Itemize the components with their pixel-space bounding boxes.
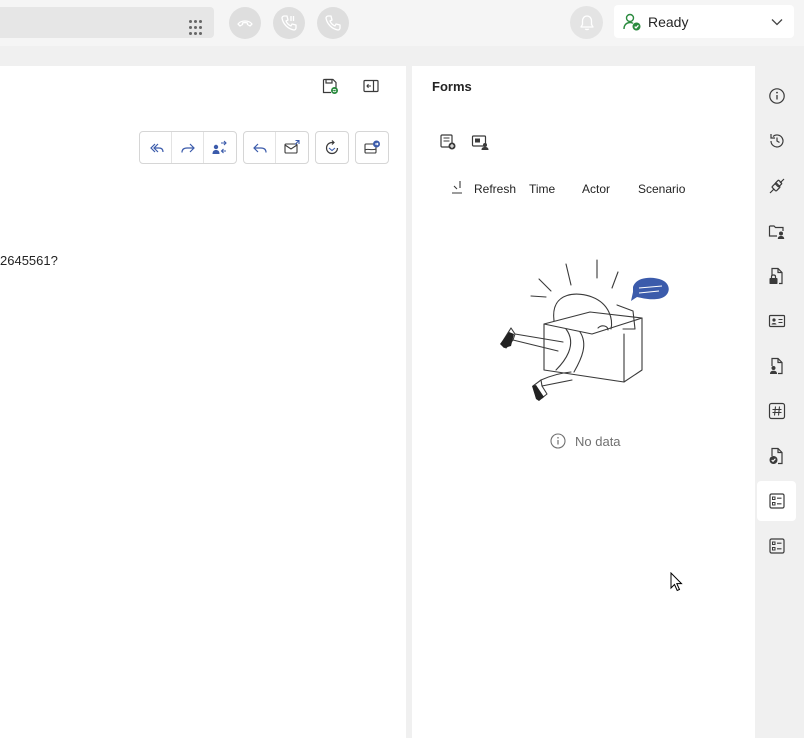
notifications-button[interactable]: [570, 6, 603, 39]
history-icon: [769, 134, 784, 148]
column-header-actor[interactable]: Actor: [582, 182, 610, 196]
forward-button[interactable]: [172, 132, 204, 163]
forms-list-icon: [768, 493, 785, 509]
end-call-button[interactable]: [229, 7, 261, 39]
info-icon: [768, 88, 785, 104]
reply-email-group: [243, 131, 309, 164]
empty-state-illustration: [500, 259, 669, 401]
refresh-group: [315, 131, 349, 164]
rail-item-forms[interactable]: [757, 526, 796, 566]
mouse-cursor-icon: [670, 572, 683, 592]
forms-list-icon: [768, 538, 785, 554]
assign-icon: [212, 140, 227, 154]
document-check-icon: [769, 447, 783, 465]
rail-item-info[interactable]: [757, 76, 796, 116]
bell-icon: [579, 14, 594, 30]
end-call-icon: [237, 20, 253, 27]
column-header-scenario[interactable]: Scenario: [638, 182, 685, 196]
rail-item-forms-active[interactable]: [757, 481, 796, 521]
integration-icon: [769, 178, 784, 194]
call-icon: [325, 15, 341, 31]
column-header-time[interactable]: Time: [529, 182, 555, 196]
collapse-panel-button[interactable]: [360, 75, 382, 97]
empty-state-label: No data: [575, 433, 621, 449]
assign-button[interactable]: [204, 132, 236, 163]
email-button[interactable]: [276, 132, 308, 163]
transfer-call-icon: [281, 15, 297, 31]
add-form-button[interactable]: [438, 132, 458, 152]
reply-all-icon: [149, 143, 164, 152]
chevron-down-icon: [771, 19, 783, 26]
forms-title: Forms: [432, 79, 472, 94]
call-button[interactable]: [317, 7, 349, 39]
rail-item-document-person[interactable]: [757, 346, 796, 386]
hashtag-icon: [768, 402, 785, 420]
empty-state: No data: [550, 433, 621, 449]
top-bar: Ready: [0, 0, 804, 46]
contact-card-icon: [768, 314, 785, 328]
reply-toolbar-group: [139, 131, 237, 164]
form-assign-icon: [471, 135, 489, 150]
refresh-button[interactable]: [316, 132, 348, 163]
document-lock-icon: [769, 267, 783, 285]
forward-icon: [180, 143, 195, 153]
send-button[interactable]: [356, 132, 388, 163]
question-text: 2645561?: [0, 253, 58, 268]
reply-all-button[interactable]: [140, 132, 172, 163]
presence-status-label: Ready: [648, 14, 689, 30]
column-header-refresh[interactable]: Refresh: [474, 182, 516, 196]
info-icon: [550, 433, 566, 449]
reply-button[interactable]: [244, 132, 276, 163]
form-assign-button[interactable]: [470, 132, 490, 152]
transfer-call-button[interactable]: [273, 7, 305, 39]
presence-status-dropdown[interactable]: Ready: [614, 5, 794, 38]
refresh-icon: [325, 139, 339, 154]
reply-icon: [252, 143, 267, 153]
send-icon: [364, 140, 380, 154]
main-panel: 2645561?: [0, 66, 406, 738]
add-form-icon: [440, 134, 456, 150]
rail-item-integration[interactable]: [757, 166, 796, 206]
rail-item-folder-user[interactable]: [757, 211, 796, 251]
forms-panel: Forms Refresh Time Actor Scenario No dat…: [412, 66, 755, 738]
dialpad-icon[interactable]: [189, 20, 203, 36]
document-person-icon: [769, 357, 783, 375]
collapse-panel-icon: [363, 79, 379, 93]
right-rail: [757, 66, 804, 738]
folder-user-icon: [768, 225, 784, 239]
email-icon: [284, 139, 300, 154]
refresh-column-icon: [452, 181, 462, 194]
rail-item-contact-card[interactable]: [757, 301, 796, 341]
save-button[interactable]: [319, 75, 341, 97]
presence-available-icon: [623, 13, 641, 31]
rail-item-document-lock[interactable]: [757, 256, 796, 296]
save-icon: [322, 78, 338, 94]
search-box[interactable]: [0, 7, 214, 38]
rail-item-history[interactable]: [757, 121, 796, 161]
rail-item-document-check[interactable]: [757, 436, 796, 476]
rail-item-hashtag[interactable]: [757, 391, 796, 431]
send-group: [355, 131, 389, 164]
